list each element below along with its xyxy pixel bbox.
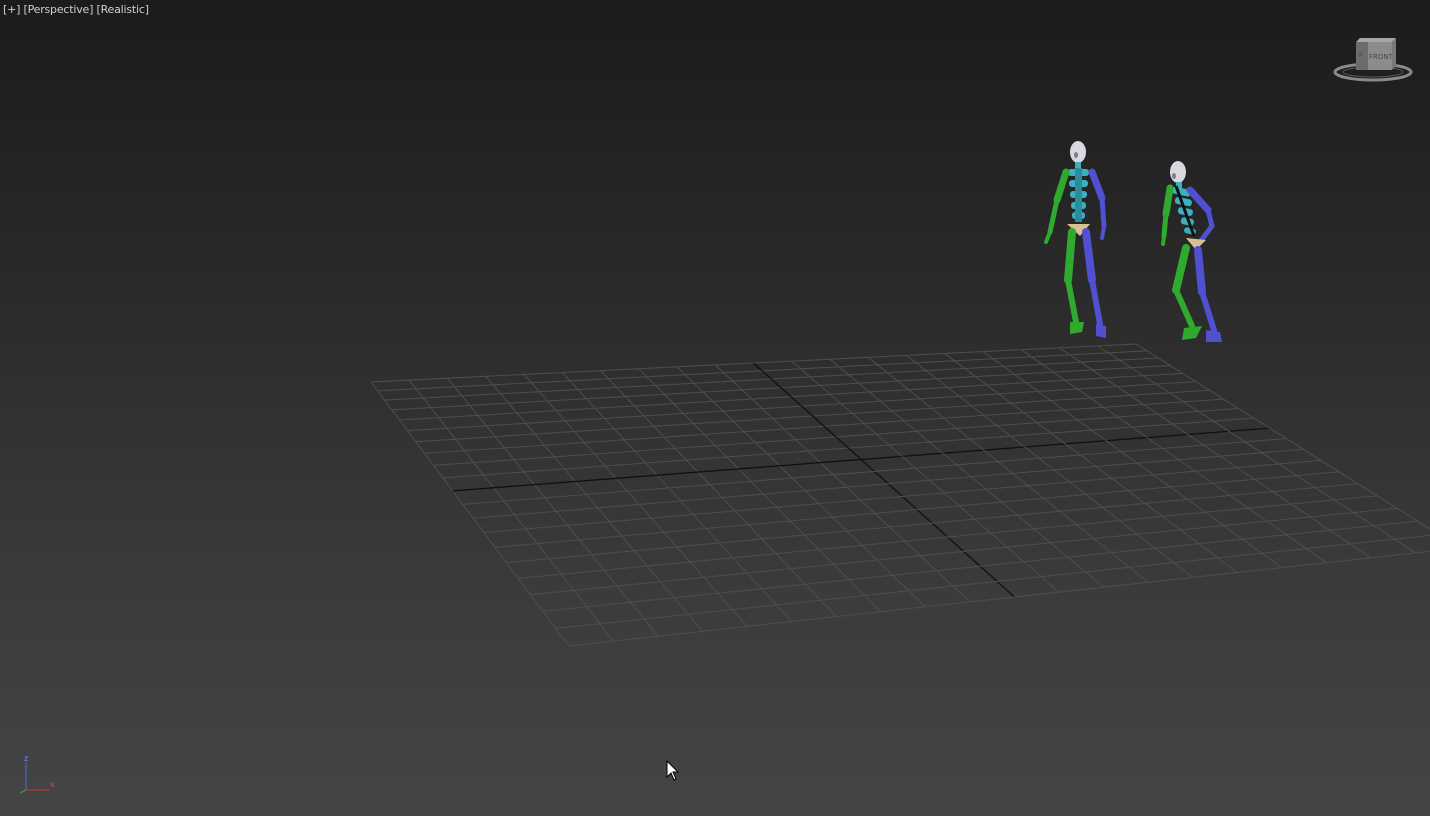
- grid-line: [530, 507, 1397, 596]
- biped-head: [1070, 141, 1086, 163]
- biped-left-leg: [1064, 228, 1079, 325]
- grid-line: [600, 370, 837, 617]
- scene-canvas: [370, 141, 1430, 647]
- biped-left-arm: [1161, 184, 1174, 246]
- perspective-viewport[interactable]: [+] [Perspective] [Realistic] FRONT R z …: [0, 0, 1430, 816]
- biped-left-foot: [1182, 326, 1202, 340]
- biped-right-leg: [1194, 246, 1217, 333]
- viewcube[interactable]: FRONT R: [1330, 36, 1416, 88]
- viewcube-top-face[interactable]: [1356, 38, 1396, 42]
- grid-line: [408, 379, 614, 642]
- biped-spine-core: [1075, 168, 1082, 222]
- axis-x-label: x: [50, 780, 55, 789]
- grid-line: [676, 366, 926, 608]
- grid-line: [944, 353, 1238, 573]
- biped-1[interactable]: [1044, 141, 1107, 338]
- biped-left-foot: [1070, 322, 1084, 334]
- biped-head: [1170, 161, 1186, 183]
- grid-line: [523, 374, 748, 627]
- biped-right-leg: [1082, 228, 1103, 327]
- grid-line: [370, 381, 570, 647]
- biped-right-arm: [1088, 168, 1107, 240]
- grid-line: [638, 368, 882, 613]
- axis-z-label: z: [24, 754, 28, 763]
- grid-line: [829, 358, 1104, 588]
- axis-tripod: z x: [14, 752, 58, 796]
- biped-head-shade: [1172, 173, 1176, 179]
- viewcube-right-label: R: [1359, 52, 1363, 59]
- grid-line: [791, 360, 1060, 593]
- biped-left-leg: [1172, 244, 1195, 329]
- grid-line: [561, 372, 793, 622]
- home-grid: [370, 343, 1430, 647]
- axis-y-line: [19, 789, 27, 794]
- biped-right-foot: [1206, 330, 1222, 342]
- biped-head-shade: [1074, 152, 1078, 158]
- biped-neck: [1075, 162, 1081, 168]
- grid-line: [1135, 343, 1430, 530]
- biped-right-foot: [1096, 324, 1106, 338]
- mouse-cursor-icon: [666, 760, 680, 782]
- grid-line: [568, 550, 1430, 647]
- biped-left-arm: [1044, 168, 1070, 244]
- grid-line: [906, 355, 1194, 578]
- biped-2[interactable]: [1161, 161, 1222, 342]
- grid-line: [542, 520, 1418, 612]
- viewcube-front-label: FRONT: [1369, 53, 1394, 61]
